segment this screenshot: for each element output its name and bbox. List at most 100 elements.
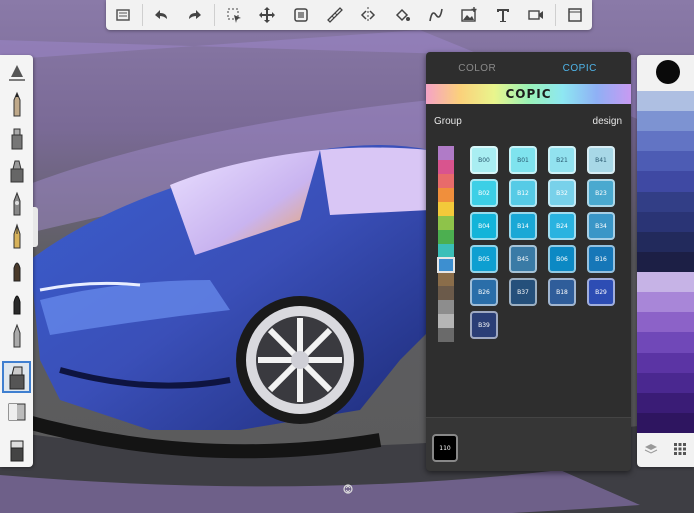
select-icon[interactable] <box>217 0 251 30</box>
copic-swatch-b18[interactable]: B18 <box>548 278 576 306</box>
curve-icon[interactable] <box>419 0 453 30</box>
group-row: Group design <box>426 116 631 132</box>
image-icon[interactable] <box>452 0 486 30</box>
toolbar-divider <box>213 4 215 26</box>
copic-swatch-b14[interactable]: B14 <box>509 212 537 240</box>
tab-color[interactable]: COLOR <box>426 52 529 84</box>
copic-swatch-b41[interactable]: B41 <box>587 146 615 174</box>
palette-swatch[interactable] <box>637 191 694 213</box>
palette-swatch[interactable] <box>637 231 694 253</box>
copic-logo: COPIC <box>505 87 552 101</box>
gradient-brush-icon[interactable] <box>2 396 31 428</box>
palette-swatch[interactable] <box>637 91 694 112</box>
text-icon[interactable] <box>486 0 520 30</box>
copic-swatch-b01[interactable]: B01 <box>509 146 537 174</box>
grid-view-icon[interactable] <box>673 442 687 461</box>
pencil-brush-icon[interactable] <box>2 88 31 120</box>
copic-swatch-b21[interactable]: B21 <box>548 146 576 174</box>
copic-swatch-b00[interactable]: B00 <box>470 146 498 174</box>
current-color-bar: 110 <box>426 417 631 471</box>
layer-opacity-icon[interactable] <box>284 0 318 30</box>
palette-swatch[interactable] <box>637 111 694 132</box>
color-panel: COLOR COPIC COPIC Group design B00 B01 B21… <box>426 52 631 471</box>
copic-swatch-b34[interactable]: B34 <box>587 212 615 240</box>
group-color-segment[interactable] <box>438 244 454 258</box>
copic-swatch-b26[interactable]: B26 <box>470 278 498 306</box>
group-color-segment[interactable] <box>438 160 454 174</box>
palette-swatch[interactable] <box>637 151 694 172</box>
group-color-segment[interactable] <box>438 328 454 342</box>
group-color-segment[interactable] <box>438 230 454 244</box>
marker-brush-icon[interactable] <box>2 121 31 153</box>
group-color-segment[interactable] <box>438 216 454 230</box>
copic-swatch-b32[interactable]: B32 <box>548 179 576 207</box>
group-color-segment[interactable] <box>438 286 454 300</box>
group-color-segment[interactable] <box>438 174 454 188</box>
current-color-swatch[interactable]: 110 <box>432 434 458 462</box>
copic-swatch-b06[interactable]: B06 <box>548 245 576 273</box>
ink-brush-icon[interactable] <box>2 253 31 285</box>
brush-palette-handle[interactable] <box>33 207 38 247</box>
color-tabs: COLOR COPIC <box>426 52 631 84</box>
palette-swatch[interactable] <box>637 292 694 313</box>
palette-swatch[interactable] <box>637 352 694 374</box>
copic-swatch-b02[interactable]: B02 <box>470 179 498 207</box>
group-name[interactable]: design <box>593 116 622 127</box>
layers-icon[interactable] <box>106 0 140 30</box>
fountain-pen-brush-icon[interactable] <box>2 220 31 252</box>
palette-swatch[interactable] <box>637 272 694 293</box>
copic-swatch-b45[interactable]: B45 <box>509 245 537 273</box>
copic-banner: COPIC <box>426 84 631 104</box>
palette-swatch[interactable] <box>637 332 694 354</box>
eraser-brush-icon[interactable] <box>2 433 31 465</box>
copic-swatch-b04[interactable]: B04 <box>470 212 498 240</box>
palette-swatch[interactable] <box>637 131 694 152</box>
group-color-segment[interactable] <box>438 314 454 328</box>
marker-chisel-brush-icon[interactable] <box>2 361 31 393</box>
palette-swatch[interactable] <box>637 312 694 333</box>
copic-swatch-b39[interactable]: B39 <box>470 311 498 339</box>
symmetry-icon[interactable] <box>351 0 385 30</box>
copic-swatch-b29[interactable]: B29 <box>587 278 615 306</box>
copic-swatch-b23[interactable]: B23 <box>587 179 615 207</box>
group-color-segment[interactable] <box>437 257 455 273</box>
ruler-tool-icon[interactable] <box>2 55 31 87</box>
top-toolbar <box>106 0 592 30</box>
copic-swatch-b24[interactable]: B24 <box>548 212 576 240</box>
marker-wide-brush-icon[interactable] <box>2 154 31 186</box>
fill-icon[interactable] <box>385 0 419 30</box>
copic-swatch-b16[interactable]: B16 <box>587 245 615 273</box>
transform-icon[interactable] <box>251 0 285 30</box>
soft-pencil-brush-icon[interactable] <box>2 319 31 351</box>
palette-footer <box>637 436 694 467</box>
palette-swatch[interactable] <box>637 211 694 233</box>
palette-swatch[interactable] <box>637 251 694 273</box>
copic-swatch-b12[interactable]: B12 <box>509 179 537 207</box>
tab-copic[interactable]: COPIC <box>529 52 632 84</box>
group-color-segment[interactable] <box>438 300 454 314</box>
toolbar-divider <box>141 4 143 26</box>
window-icon[interactable] <box>558 0 592 30</box>
video-icon[interactable] <box>520 0 554 30</box>
airbrush-icon[interactable] <box>2 187 31 219</box>
group-color-strip[interactable] <box>437 146 455 342</box>
palette-swatch[interactable] <box>637 412 694 434</box>
group-color-segment[interactable] <box>438 272 454 286</box>
redo-icon[interactable] <box>178 0 212 30</box>
palette-swatch[interactable] <box>637 171 694 193</box>
palette-swatch[interactable] <box>637 392 694 414</box>
group-color-segment[interactable] <box>438 188 454 202</box>
undo-icon[interactable] <box>145 0 179 30</box>
copic-swatch-b05[interactable]: B05 <box>470 245 498 273</box>
color-puck[interactable] <box>656 60 680 84</box>
palette-swatch[interactable] <box>637 372 694 394</box>
group-color-segment[interactable] <box>438 202 454 216</box>
brush-palette <box>0 55 33 467</box>
ruler-icon[interactable] <box>318 0 352 30</box>
layers-stack-icon[interactable] <box>644 442 658 461</box>
group-color-segment[interactable] <box>438 146 454 160</box>
copic-swatch-b37[interactable]: B37 <box>509 278 537 306</box>
bottom-drawer-handle-icon[interactable] <box>343 484 353 494</box>
paint-brush-icon[interactable] <box>2 286 31 318</box>
toolbar-divider <box>555 4 557 26</box>
